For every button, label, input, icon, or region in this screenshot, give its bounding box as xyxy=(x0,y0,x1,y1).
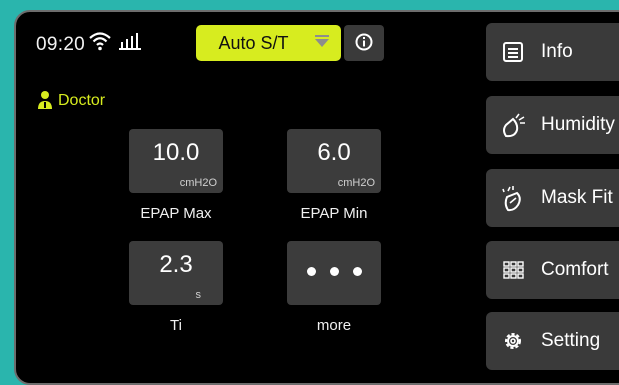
param-value: 2.3 xyxy=(159,251,193,278)
device-screen: 09:20 Auto S/T Doctor 10.0 cmH2O EPAP Ma… xyxy=(14,10,619,385)
info-circle-icon xyxy=(355,33,373,51)
param-label: more xyxy=(316,317,352,334)
list-icon xyxy=(503,42,523,62)
menu-label: Setting xyxy=(541,330,601,351)
grid-icon xyxy=(503,261,524,279)
dropdown-bar-icon xyxy=(315,35,329,37)
mode-label: Auto S/T xyxy=(218,33,289,53)
param-unit: s xyxy=(195,289,202,301)
param-value: 10.0 xyxy=(152,139,200,166)
doctor-icon xyxy=(38,91,52,109)
wifi-icon xyxy=(89,32,111,51)
param-label: EPAP Max xyxy=(140,205,212,222)
menu-item-setting[interactable]: Setting xyxy=(486,312,619,370)
param-value: 6.0 xyxy=(317,139,351,166)
more-tile[interactable] xyxy=(287,241,381,305)
menu-label: Mask Fit xyxy=(541,187,613,208)
menu-label: Info xyxy=(541,41,573,62)
signal-icon xyxy=(119,33,141,50)
humidity-icon xyxy=(503,113,525,138)
epap-min-tile[interactable]: 6.0 cmH2O xyxy=(287,129,381,193)
menu-item-info[interactable]: Info xyxy=(486,23,619,81)
mode-selector[interactable]: Auto S/T xyxy=(196,25,341,61)
param-unit: cmH2O xyxy=(337,177,375,189)
clock: 09:20 xyxy=(36,34,86,55)
info-button[interactable] xyxy=(344,25,384,61)
ti-tile[interactable]: 2.3 s xyxy=(129,241,223,305)
param-label: EPAP Min xyxy=(300,205,368,222)
menu-item-mask-fit[interactable]: Mask Fit xyxy=(486,169,619,227)
param-label: Ti xyxy=(170,317,182,334)
gear-icon xyxy=(505,333,521,349)
role-label: Doctor xyxy=(58,92,106,109)
more-dots-icon xyxy=(287,263,381,281)
epap-max-tile[interactable]: 10.0 cmH2O xyxy=(129,129,223,193)
param-unit: cmH2O xyxy=(179,177,217,189)
menu-label: Humidity xyxy=(541,114,615,135)
menu-item-humidity[interactable]: Humidity xyxy=(486,96,619,154)
menu-label: Comfort xyxy=(541,259,609,280)
mask-icon xyxy=(502,186,521,212)
menu-item-comfort[interactable]: Comfort xyxy=(486,241,619,299)
chevron-down-icon xyxy=(315,39,329,47)
